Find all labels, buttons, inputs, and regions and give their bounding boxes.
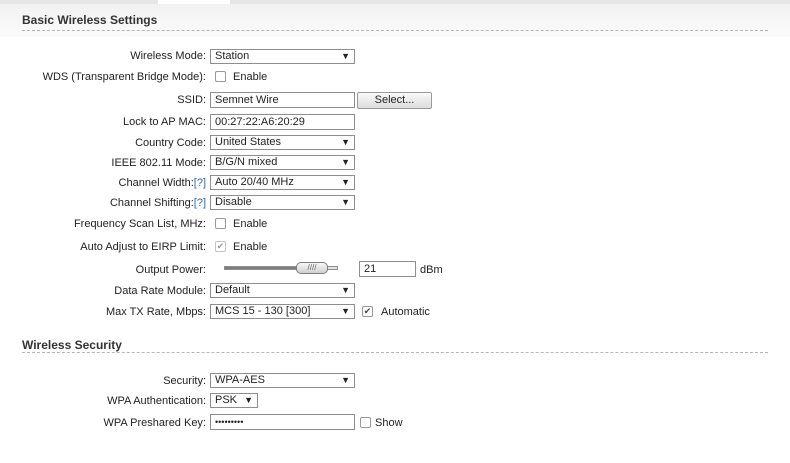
wireless-mode-value: Station [215, 50, 250, 62]
country-code-select[interactable]: United States ▼ [210, 135, 355, 150]
chevron-down-icon: ▼ [341, 157, 350, 167]
chevron-down-icon: ▼ [341, 285, 350, 295]
section-divider [22, 30, 768, 31]
max-tx-automatic-checkbox[interactable]: ✔ [362, 306, 373, 317]
wireless-mode-select[interactable]: Station ▼ [210, 49, 355, 64]
channel-width-select[interactable]: Auto 20/40 MHz ▼ [210, 175, 355, 190]
channel-width-value: Auto 20/40 MHz [215, 176, 294, 188]
channel-shifting-help-link[interactable]: [?] [194, 197, 206, 209]
wpa-key-show-label: Show [375, 417, 403, 429]
channel-width-label-row: Channel Width:[?] [119, 177, 206, 190]
chevron-down-icon: ▼ [341, 137, 350, 147]
wds-enable-checkbox[interactable] [215, 71, 226, 82]
wpa-key-label: WPA Preshared Key: [103, 417, 206, 429]
chevron-down-icon: ▼ [244, 395, 253, 405]
output-power-slider-fill [225, 267, 306, 269]
max-tx-automatic-label: Automatic [381, 306, 430, 318]
wpa-key-input[interactable]: ••••••••• [210, 414, 355, 430]
data-rate-module-value: Default [215, 284, 250, 296]
channel-width-label: Channel Width: [118, 177, 194, 189]
lock-ap-mac-input[interactable]: 00:27:22:A6:20:29 [210, 114, 355, 130]
freq-scan-enable-checkbox[interactable] [215, 218, 226, 229]
eirp-enable-checkbox[interactable]: ✔ [215, 241, 226, 252]
ieee-mode-label: IEEE 802.11 Mode: [111, 157, 206, 169]
ieee-mode-select[interactable]: B/G/N mixed ▼ [210, 155, 355, 170]
channel-shifting-label-row: Channel Shifting:[?] [110, 197, 206, 210]
eirp-label: Auto Adjust to EIRP Limit: [80, 241, 206, 253]
freq-scan-enable-label: Enable [233, 218, 268, 230]
max-tx-rate-value: MCS 15 - 130 [300] [215, 305, 311, 317]
ieee-mode-value: B/G/N mixed [215, 156, 278, 168]
wireless-security-title: Wireless Security [22, 338, 122, 352]
wpa-auth-value: PSK [215, 394, 238, 406]
output-power-label: Output Power: [135, 264, 206, 276]
section-divider [22, 352, 768, 353]
chevron-down-icon: ▼ [341, 177, 350, 187]
country-code-label: Country Code: [135, 137, 206, 149]
channel-width-help-link[interactable]: [?] [194, 177, 206, 189]
ssid-select-button[interactable]: Select... [357, 92, 432, 109]
wds-enable-label: Enable [233, 71, 268, 83]
channel-shifting-label: Channel Shifting: [109, 197, 194, 209]
ssid-label: SSID: [177, 94, 206, 106]
chevron-down-icon: ▼ [341, 306, 350, 316]
wds-label: WDS (Transparent Bridge Mode): [42, 71, 206, 83]
channel-shifting-value: Disable [215, 196, 252, 208]
security-label: Security: [163, 375, 206, 387]
freq-scan-label: Frequency Scan List, MHz: [73, 218, 206, 230]
wpa-auth-label: WPA Authentication: [107, 395, 206, 407]
wpa-auth-select[interactable]: PSK ▼ [210, 393, 258, 408]
data-rate-module-label: Data Rate Module: [114, 285, 206, 297]
security-value: WPA-AES [215, 374, 265, 386]
security-select[interactable]: WPA-AES ▼ [210, 373, 355, 388]
wireless-mode-label: Wireless Mode: [130, 50, 206, 62]
data-rate-module-select[interactable]: Default ▼ [210, 283, 355, 298]
max-tx-rate-select[interactable]: MCS 15 - 130 [300] ▼ [210, 304, 355, 319]
eirp-enable-label: Enable [233, 241, 268, 253]
wpa-key-show-checkbox[interactable] [360, 417, 371, 428]
max-tx-rate-label: Max TX Rate, Mbps: [105, 306, 206, 318]
basic-wireless-settings-title: Basic Wireless Settings [22, 13, 158, 27]
chevron-down-icon: ▼ [341, 197, 350, 207]
chevron-down-icon: ▼ [341, 51, 350, 61]
country-code-value: United States [215, 136, 282, 148]
output-power-slider-handle[interactable]: //// [296, 262, 328, 274]
output-power-unit: dBm [420, 264, 443, 276]
lock-ap-mac-label: Lock to AP MAC: [123, 116, 206, 128]
output-power-input[interactable]: 21 [359, 261, 416, 277]
channel-shifting-select[interactable]: Disable ▼ [210, 195, 355, 210]
ssid-input[interactable]: Semnet Wire [210, 92, 355, 108]
chevron-down-icon: ▼ [341, 375, 350, 385]
